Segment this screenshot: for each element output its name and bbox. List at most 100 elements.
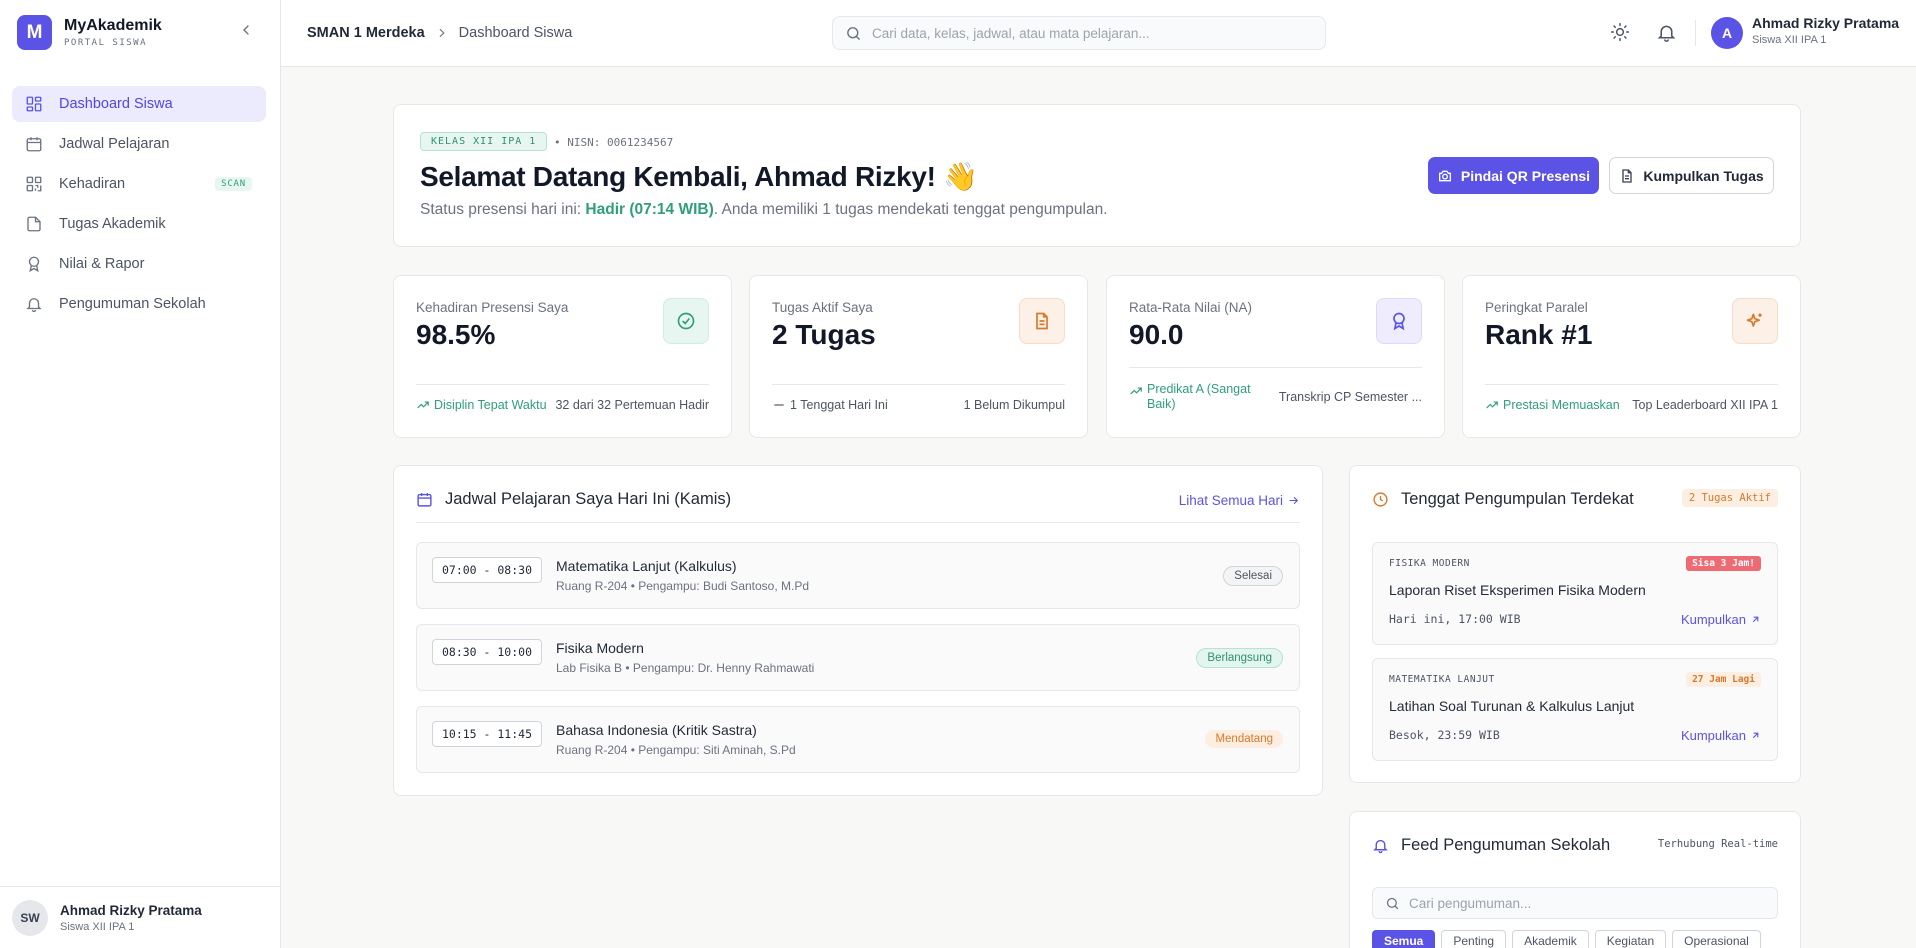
sidebar-item-dashboard[interactable]: Dashboard Siswa bbox=[12, 86, 266, 122]
feed-title: Feed Pengumuman Sekolah bbox=[1372, 836, 1610, 855]
schedule-row[interactable]: 10:15 - 11:45 Bahasa Indonesia (Kritik S… bbox=[416, 706, 1300, 773]
stat-label: Peringkat Paralel bbox=[1485, 300, 1588, 315]
status-badge: Mendatang bbox=[1205, 730, 1283, 748]
page-title: Selamat Datang Kembali, Ahmad Rizky! 👋 bbox=[420, 161, 978, 192]
top-header: SMAN 1 Merdeka Dashboard Siswa Cari data… bbox=[281, 0, 1916, 67]
stat-footer: Predikat A (Sangat Baik) Transkrip CP Se… bbox=[1129, 382, 1422, 412]
sidebar-user[interactable]: SW Ahmad Rizky Pratama Siswa XII IPA 1 bbox=[0, 886, 281, 948]
divider bbox=[1129, 367, 1422, 368]
avatar[interactable]: A bbox=[1711, 17, 1743, 49]
submit-link-label: Kumpulkan bbox=[1680, 728, 1746, 743]
user-role: Siswa XII IPA 1 bbox=[1752, 34, 1827, 46]
sidebar-item-tugas[interactable]: Tugas Akademik bbox=[12, 206, 266, 242]
schedule-room: Ruang R-204 • Pengampu: Siti Aminah, S.P… bbox=[556, 743, 796, 757]
see-all-days-link[interactable]: Lihat Semua Hari bbox=[1179, 493, 1300, 508]
sidebar-item-label: Dashboard Siswa bbox=[59, 96, 173, 112]
scan-qr-button[interactable]: Pindai QR Presensi bbox=[1428, 157, 1599, 194]
document-icon bbox=[1019, 298, 1065, 344]
stat-card-rank[interactable]: Peringkat Paralel Rank #1 Prestasi Memua… bbox=[1462, 275, 1801, 438]
deadline-item[interactable]: MATEMATIKA LANJUT 27 Jam Lagi Latihan So… bbox=[1372, 658, 1778, 761]
filter-operational[interactable]: Operasional bbox=[1672, 930, 1761, 948]
notification-bell-icon[interactable] bbox=[1656, 22, 1677, 43]
search-placeholder: Cari data, kelas, jadwal, atau mata pela… bbox=[872, 25, 1150, 41]
clock-icon bbox=[1372, 491, 1401, 508]
filter-activities[interactable]: Kegiatan bbox=[1594, 930, 1667, 948]
sidebar-item-kehadiran[interactable]: Kehadiran SCAN bbox=[12, 166, 266, 202]
deadline-item[interactable]: FISIKA MODERN Sisa 3 Jam! Laporan Riset … bbox=[1372, 542, 1778, 645]
trend-up-icon bbox=[1485, 398, 1499, 412]
minus-icon bbox=[772, 398, 786, 412]
global-search-input[interactable]: Cari data, kelas, jadwal, atau mata pela… bbox=[832, 16, 1326, 50]
bell-icon bbox=[1372, 837, 1401, 854]
brand-logo: M bbox=[17, 15, 52, 50]
sun-icon[interactable] bbox=[1610, 22, 1630, 42]
divider bbox=[416, 384, 709, 385]
arrow-up-right-icon bbox=[1750, 614, 1761, 625]
status-prefix: Status presensi hari ini: bbox=[420, 201, 586, 218]
filter-academic[interactable]: Akademik bbox=[1512, 930, 1589, 948]
submit-link[interactable]: Kumpulkan bbox=[1681, 612, 1761, 627]
header-user[interactable]: Ahmad Rizky Pratama Siswa XII IPA 1 bbox=[1752, 15, 1899, 46]
stat-foot-left: Predikat A (Sangat Baik) bbox=[1147, 382, 1251, 411]
scan-qr-label: Pindai QR Presensi bbox=[1460, 167, 1591, 184]
brand[interactable]: M MyAkademik PORTAL SISWA bbox=[17, 15, 162, 50]
stat-label: Rata-Rata Nilai (NA) bbox=[1129, 300, 1253, 315]
qr-icon bbox=[25, 175, 43, 193]
announcement-feed-card: Feed Pengumuman Sekolah Terhubung Real-t… bbox=[1349, 811, 1801, 948]
feed-title-text: Feed Pengumuman Sekolah bbox=[1401, 836, 1611, 854]
stat-footer: Disiplin Tepat Waktu 32 dari 32 Pertemua… bbox=[416, 398, 709, 412]
sidebar: M MyAkademik PORTAL SISWA Dashboard Sisw… bbox=[0, 0, 281, 948]
stat-value: Rank #1 bbox=[1485, 319, 1593, 350]
document-icon bbox=[1619, 168, 1643, 184]
stat-foot-right: 1 Belum Dikumpul bbox=[963, 398, 1065, 412]
schedule-subject: Bahasa Indonesia (Kritik Sastra) bbox=[556, 722, 757, 738]
announcement-search-input[interactable]: Cari pengumuman... bbox=[1372, 887, 1778, 919]
arrow-up-right-icon bbox=[1750, 730, 1761, 741]
stat-value: 90.0 bbox=[1129, 319, 1184, 350]
stat-footer: 1 Tenggat Hari Ini 1 Belum Dikumpul bbox=[772, 398, 1065, 412]
schedule-room: Ruang R-204 • Pengampu: Budi Santoso, M.… bbox=[556, 579, 810, 593]
divider bbox=[416, 522, 1300, 523]
filter-important[interactable]: Penting bbox=[1441, 930, 1507, 948]
sidebar-item-pengumuman[interactable]: Pengumuman Sekolah bbox=[12, 286, 266, 322]
submit-task-button[interactable]: Kumpulkan Tugas bbox=[1609, 157, 1774, 194]
class-badge: KELAS XII IPA 1 bbox=[420, 132, 548, 151]
header-divider bbox=[1695, 20, 1696, 46]
bell-icon bbox=[25, 295, 43, 313]
scan-badge: SCAN bbox=[215, 177, 252, 191]
filter-all[interactable]: Semua bbox=[1372, 930, 1436, 948]
avatar: SW bbox=[12, 899, 48, 936]
user-name: Ahmad Rizky Pratama bbox=[60, 902, 202, 918]
collapse-sidebar-icon[interactable] bbox=[238, 22, 254, 38]
see-all-label: Lihat Semua Hari bbox=[1178, 493, 1283, 508]
award-icon bbox=[1376, 298, 1422, 344]
schedule-time: 07:00 - 08:30 bbox=[432, 557, 542, 583]
sidebar-item-nilai[interactable]: Nilai & Rapor bbox=[12, 246, 266, 282]
realtime-status: Terhubung Real-time bbox=[1657, 838, 1778, 850]
file-icon bbox=[25, 215, 43, 233]
search-icon bbox=[845, 25, 862, 42]
sidebar-item-label: Tugas Akademik bbox=[59, 216, 166, 232]
deadline-time: Hari ini, 17:00 WIB bbox=[1389, 612, 1521, 626]
schedule-row[interactable]: 07:00 - 08:30 Matematika Lanjut (Kalkulu… bbox=[416, 542, 1300, 609]
breadcrumb-school[interactable]: SMAN 1 Merdeka bbox=[307, 25, 425, 41]
trend-up-icon bbox=[1129, 384, 1143, 398]
trend-up-icon bbox=[416, 398, 430, 412]
deadline-category: MATEMATIKA LANJUT bbox=[1389, 674, 1495, 685]
search-icon bbox=[1385, 896, 1400, 911]
stat-foot-right: 32 dari 32 Pertemuan Hadir bbox=[555, 398, 709, 412]
stat-footer: Prestasi Memuaskan Top Leaderboard XII I… bbox=[1485, 398, 1778, 412]
sidebar-item-label: Nilai & Rapor bbox=[59, 256, 145, 272]
award-icon bbox=[25, 255, 43, 273]
chevron-right-icon bbox=[435, 26, 449, 40]
divider bbox=[1485, 384, 1778, 385]
stat-card-attendance[interactable]: Kehadiran Presensi Saya 98.5% Disiplin T… bbox=[393, 275, 732, 438]
stat-card-grades[interactable]: Rata-Rata Nilai (NA) 90.0 Predikat A (Sa… bbox=[1106, 275, 1445, 438]
sidebar-item-jadwal[interactable]: Jadwal Pelajaran bbox=[12, 126, 266, 162]
schedule-row[interactable]: 08:30 - 10:00 Fisika Modern Lab Fisika B… bbox=[416, 624, 1300, 691]
schedule-time: 08:30 - 10:00 bbox=[432, 639, 542, 665]
nisn-text: • NISN: 0061234567 bbox=[554, 136, 674, 149]
stat-card-tasks[interactable]: Tugas Aktif Saya 2 Tugas 1 Tenggat Hari … bbox=[749, 275, 1088, 438]
submit-link[interactable]: Kumpulkan bbox=[1681, 728, 1761, 743]
deadline-tag: 27 Jam Lagi bbox=[1686, 672, 1761, 687]
